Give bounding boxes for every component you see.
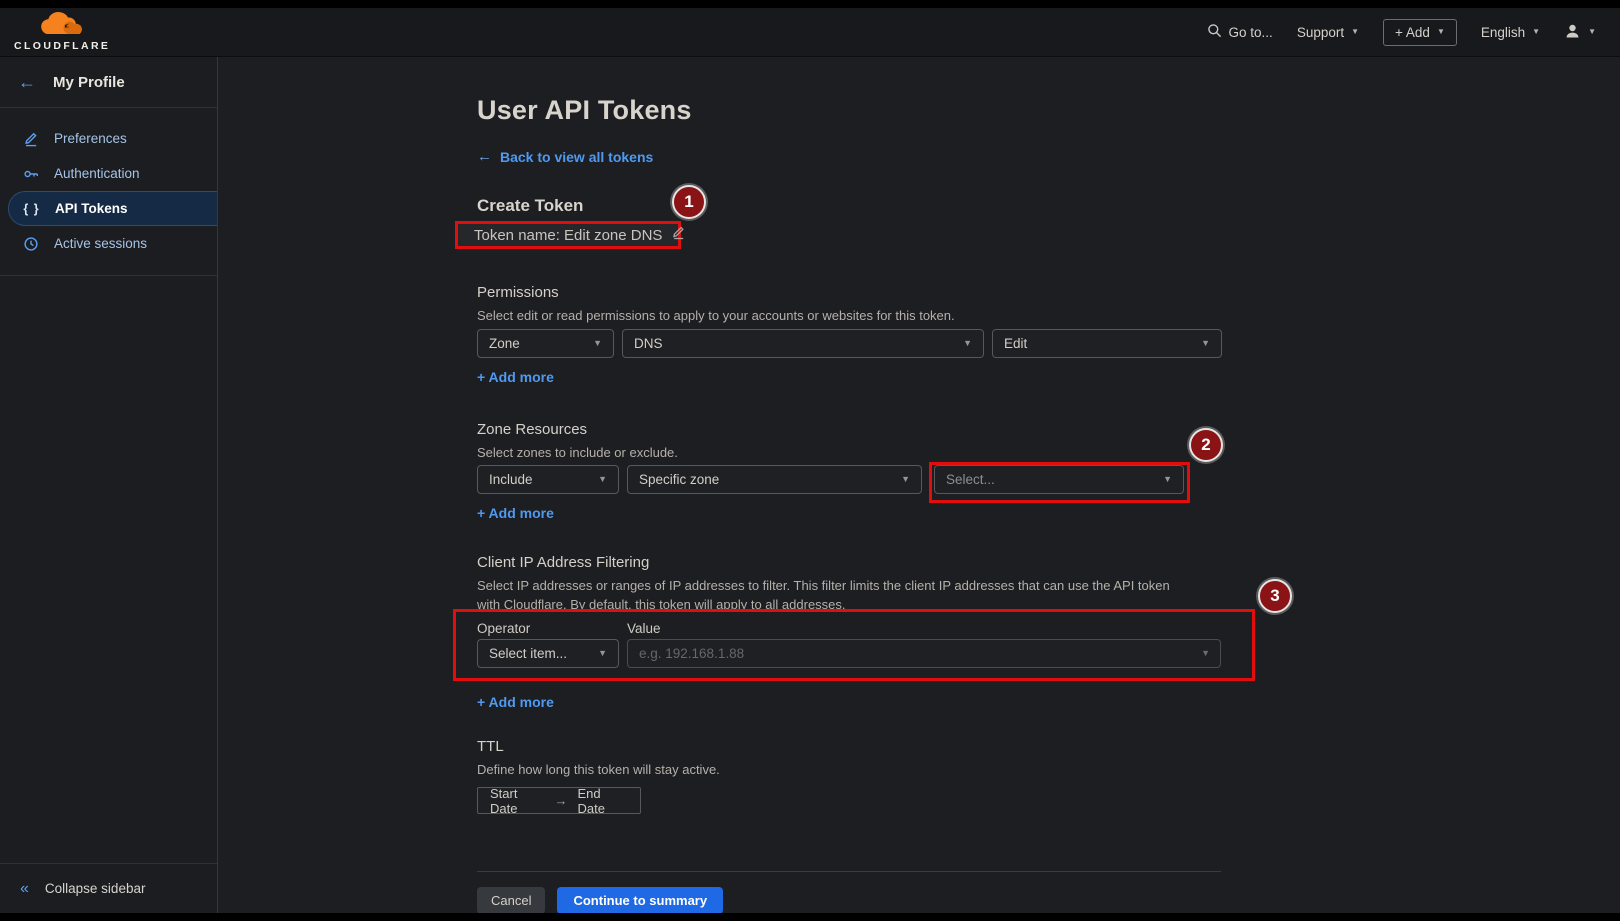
permission-group-select[interactable]: DNS ▼ bbox=[622, 329, 984, 358]
chevron-down-icon: ▼ bbox=[1588, 28, 1596, 36]
sidebar-item-authentication[interactable]: Authentication bbox=[0, 156, 217, 191]
permission-scope-select[interactable]: Zone ▼ bbox=[477, 329, 614, 358]
permissions-description: Select edit or read permissions to apply… bbox=[477, 306, 1620, 325]
start-date-label: Start Date bbox=[490, 786, 545, 816]
back-to-tokens-link[interactable]: ← Back to view all tokens bbox=[477, 148, 653, 165]
token-name-text: Token name: Edit zone DNS bbox=[474, 227, 662, 244]
sidebar-item-preferences[interactable]: Preferences bbox=[0, 121, 217, 156]
token-name-annotated-region: Token name: Edit zone DNS 1 bbox=[455, 221, 681, 249]
user-icon bbox=[1564, 23, 1581, 42]
annotation-badge-3: 3 bbox=[1258, 579, 1292, 613]
ttl-heading: TTL bbox=[477, 739, 1620, 755]
zone-resources-add-more-link[interactable]: + Add more bbox=[477, 505, 554, 521]
create-token-heading: Create Token bbox=[477, 198, 1620, 214]
ip-filtering-heading: Client IP Address Filtering bbox=[477, 555, 1620, 571]
ip-filtering-annotated-region: 3 Operator Value Select item... ▼ ▼ bbox=[477, 621, 1221, 668]
key-icon bbox=[22, 166, 39, 182]
main-content: User API Tokens ← Back to view all token… bbox=[218, 57, 1620, 913]
sidebar-item-label: Active sessions bbox=[54, 236, 147, 251]
ip-filtering-add-more-link[interactable]: + Add more bbox=[477, 694, 554, 710]
footer-divider bbox=[477, 871, 1221, 872]
continue-to-summary-button[interactable]: Continue to summary bbox=[557, 887, 723, 914]
pencil-icon bbox=[22, 131, 39, 147]
ttl-description: Define how long this token will stay act… bbox=[477, 760, 1620, 779]
cloudflare-dashboard: CLOUDFLARE Go to... Support ▼ + Add ▼ En bbox=[0, 8, 1620, 913]
caret-down-icon: ▼ bbox=[1201, 649, 1210, 658]
page-title: User API Tokens bbox=[477, 95, 1620, 125]
top-header: CLOUDFLARE Go to... Support ▼ + Add ▼ En bbox=[0, 8, 1620, 57]
sidebar-item-label: Authentication bbox=[54, 166, 140, 181]
account-menu[interactable]: ▼ bbox=[1564, 23, 1596, 42]
sidebar-item-api-tokens[interactable]: { } API Tokens bbox=[8, 191, 217, 226]
zone-resources-description: Select zones to include or exclude. bbox=[477, 443, 1620, 462]
chevron-down-icon: ▼ bbox=[1351, 28, 1359, 36]
logo-wordmark: CLOUDFLARE bbox=[14, 40, 110, 52]
cancel-button[interactable]: Cancel bbox=[477, 887, 545, 914]
chevron-down-icon: ▼ bbox=[1437, 28, 1445, 36]
caret-down-icon: ▼ bbox=[598, 475, 607, 484]
language-menu[interactable]: English ▼ bbox=[1481, 25, 1540, 40]
operator-label: Operator bbox=[477, 621, 627, 637]
support-menu[interactable]: Support ▼ bbox=[1297, 25, 1359, 40]
ip-filtering-description: Select IP addresses or ranges of IP addr… bbox=[477, 576, 1192, 614]
sidebar-title: My Profile bbox=[53, 74, 125, 91]
add-button[interactable]: + Add ▼ bbox=[1383, 19, 1457, 46]
chevron-down-icon: ▼ bbox=[1532, 28, 1540, 36]
braces-icon: { } bbox=[23, 202, 40, 216]
value-label: Value bbox=[627, 621, 661, 637]
back-arrow-icon[interactable]: ← bbox=[18, 73, 36, 91]
caret-down-icon: ▼ bbox=[1163, 475, 1172, 484]
permission-level-select[interactable]: Edit ▼ bbox=[992, 329, 1222, 358]
collapse-icon: « bbox=[20, 880, 29, 898]
go-to-search[interactable]: Go to... bbox=[1207, 23, 1273, 41]
edit-pencil-icon[interactable] bbox=[671, 225, 686, 245]
sidebar-item-label: API Tokens bbox=[55, 201, 128, 216]
zone-resources-heading: Zone Resources bbox=[477, 422, 1620, 438]
search-icon bbox=[1207, 23, 1222, 41]
ttl-date-range-picker[interactable]: Start Date → End Date bbox=[477, 787, 641, 814]
caret-down-icon: ▼ bbox=[901, 475, 910, 484]
back-arrow-icon: ← bbox=[477, 148, 492, 165]
cloudflare-cloud-icon bbox=[38, 12, 86, 42]
permissions-add-more-link[interactable]: + Add more bbox=[477, 369, 554, 385]
profile-sidebar: ← My Profile Preferences bbox=[0, 57, 218, 913]
ip-operator-select[interactable]: Select item... ▼ bbox=[477, 639, 619, 668]
collapse-sidebar-button[interactable]: « Collapse sidebar bbox=[0, 863, 217, 913]
sidebar-nav: Preferences Authentication { } API Token… bbox=[0, 108, 217, 276]
ip-value-input[interactable] bbox=[627, 639, 1221, 668]
zone-include-select[interactable]: Include ▼ bbox=[477, 465, 619, 494]
caret-down-icon: ▼ bbox=[593, 339, 602, 348]
sidebar-item-label: Preferences bbox=[54, 131, 127, 146]
clock-icon bbox=[22, 236, 39, 252]
caret-down-icon: ▼ bbox=[963, 339, 972, 348]
permissions-heading: Permissions bbox=[477, 285, 1620, 301]
ip-value-field-wrap: ▼ bbox=[627, 639, 1221, 668]
end-date-label: End Date bbox=[578, 786, 628, 816]
caret-down-icon: ▼ bbox=[1201, 339, 1210, 348]
bottom-black-strip bbox=[0, 913, 1620, 921]
sidebar-item-active-sessions[interactable]: Active sessions bbox=[0, 226, 217, 261]
zone-select[interactable]: Select... ▼ 2 bbox=[934, 465, 1184, 494]
arrow-right-icon: → bbox=[555, 793, 568, 808]
zone-type-select[interactable]: Specific zone ▼ bbox=[627, 465, 922, 494]
cloudflare-logo[interactable]: CLOUDFLARE bbox=[14, 12, 110, 52]
caret-down-icon: ▼ bbox=[598, 649, 607, 658]
token-name-field[interactable]: Token name: Edit zone DNS bbox=[455, 221, 681, 249]
